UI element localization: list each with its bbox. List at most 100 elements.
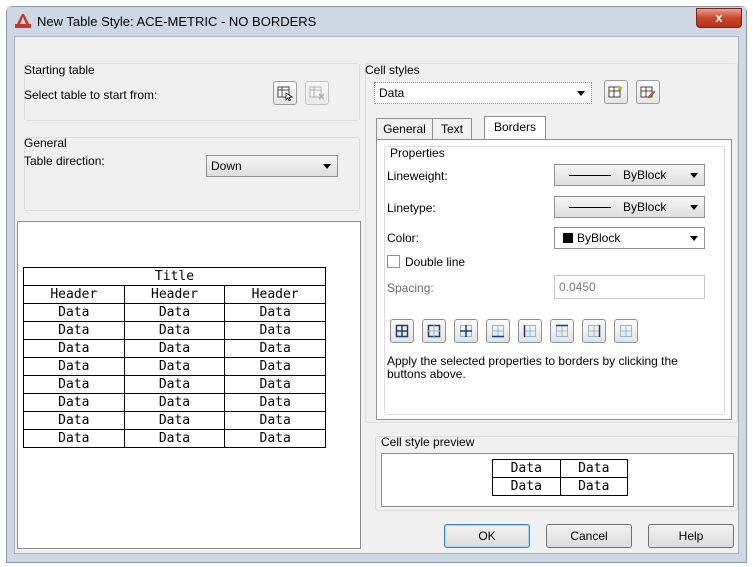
line-sample-icon — [569, 175, 611, 176]
remove-table-button[interactable] — [305, 81, 329, 105]
cell-style-preview-table: Data Data Data Data — [492, 459, 628, 496]
new-cell-style-icon — [608, 85, 623, 98]
data-cell: Data — [559, 477, 628, 496]
inside-borders-button[interactable] — [454, 319, 478, 343]
header-cell: Header — [23, 285, 125, 304]
preview-table: Title Header Header Header Data Data Data … — [23, 267, 326, 448]
data-cell: Data — [224, 303, 326, 322]
data-cell: Data — [23, 321, 125, 340]
tab-borders[interactable]: Borders — [484, 116, 546, 140]
color-swatch — [563, 233, 573, 243]
cell-style-preview-box: Data Data Data Data — [381, 453, 734, 507]
color-label: Color: — [387, 231, 420, 245]
table-row: Data Data Data — [23, 339, 326, 358]
select-table-icon — [277, 86, 293, 101]
right-border-button[interactable] — [582, 319, 606, 343]
color-value: ByBlock — [577, 231, 621, 245]
select-table-label: Select table to start from: — [24, 88, 158, 102]
table-row: Data Data Data — [23, 411, 326, 430]
starting-table-group: Starting table Select table to start fro… — [24, 63, 360, 121]
cancel-button[interactable]: Cancel — [546, 524, 632, 548]
left-border-button[interactable] — [518, 319, 542, 343]
linetype-dropdown[interactable]: ByBlock — [554, 196, 705, 218]
data-cell: Data — [23, 429, 125, 448]
dialog-client: Starting table Select table to start fro… — [14, 36, 739, 554]
outside-borders-icon — [427, 324, 441, 338]
new-cell-style-button[interactable] — [604, 80, 628, 104]
data-cell: Data — [123, 393, 226, 412]
data-cell: Data — [23, 393, 125, 412]
borders-help-text: Apply the selected properties to borders… — [387, 354, 678, 381]
data-cell: Data — [224, 375, 326, 394]
data-cell: Data — [123, 411, 226, 430]
data-cell: Data — [224, 429, 326, 448]
table-title-row: Title — [23, 267, 326, 286]
table-style-preview: Title Header Header Header Data Data Data … — [17, 221, 361, 549]
cell-style-value: Data — [379, 86, 405, 100]
spacing-label: Spacing: — [387, 281, 434, 295]
remove-table-icon — [309, 86, 325, 100]
data-cell: Data — [123, 339, 226, 358]
chevron-down-icon — [577, 91, 585, 96]
cell-styles-legend: Cell styles — [365, 63, 420, 77]
manage-cell-styles-icon — [640, 86, 656, 99]
data-cell: Data — [123, 321, 226, 340]
data-cell: Data — [492, 477, 561, 496]
chevron-down-icon — [690, 236, 698, 241]
spacing-input[interactable]: 0.0450 — [554, 275, 705, 299]
cell-style-tabs: General Text Borders Properties Lineweig… — [376, 116, 732, 420]
manage-cell-styles-button[interactable] — [636, 80, 660, 104]
cell-styles-group: Cell styles Data General Text Borders Pr… — [365, 63, 738, 423]
data-cell: Data — [23, 357, 125, 376]
all-borders-button[interactable] — [390, 319, 414, 343]
general-legend: General — [24, 136, 67, 150]
borders-tab-page: Properties Lineweight: ByBlock Linetype:… — [376, 139, 732, 420]
chevron-down-icon — [323, 164, 331, 169]
table-row: Data Data — [492, 477, 628, 496]
cell-style-dropdown[interactable]: Data — [374, 82, 592, 104]
top-border-button[interactable] — [550, 319, 574, 343]
tab-general[interactable]: General — [376, 118, 433, 140]
no-border-button[interactable] — [614, 319, 638, 343]
tab-text[interactable]: Text — [432, 118, 472, 140]
data-cell: Data — [123, 357, 226, 376]
spacing-value: 0.0450 — [559, 280, 596, 294]
no-border-icon — [620, 325, 632, 337]
data-cell: Data — [224, 411, 326, 430]
properties-group: Properties Lineweight: ByBlock Linetype:… — [384, 146, 725, 415]
cell-style-preview-group: Cell style preview Data Data Data Data — [375, 435, 738, 511]
chevron-down-icon — [690, 173, 698, 178]
data-cell: Data — [224, 357, 326, 376]
data-cell: Data — [224, 321, 326, 340]
data-cell: Data — [123, 375, 226, 394]
right-border-icon — [588, 325, 601, 337]
data-cell: Data — [123, 429, 226, 448]
title-bar: New Table Style: ACE-METRIC - NO BORDERS… — [7, 7, 746, 35]
double-line-label: Double line — [405, 255, 466, 269]
table-row: Data Data Data — [23, 375, 326, 394]
chevron-down-icon — [690, 205, 698, 210]
double-line-checkbox[interactable] — [387, 255, 400, 268]
color-dropdown[interactable]: ByBlock — [554, 227, 705, 249]
header-cell: Header — [123, 285, 226, 304]
help-button[interactable]: Help — [648, 524, 734, 548]
data-cell: Data — [123, 303, 226, 322]
general-group: General Table direction: Down — [24, 136, 360, 211]
line-sample-icon — [569, 207, 611, 208]
table-direction-dropdown[interactable]: Down — [206, 155, 338, 177]
ok-button[interactable]: OK — [444, 524, 530, 548]
data-cell: Data — [23, 375, 125, 394]
outside-borders-button[interactable] — [422, 319, 446, 343]
close-button[interactable]: x — [696, 8, 742, 28]
table-row: Data Data Data — [23, 303, 326, 322]
table-row: Data Data Data — [23, 393, 326, 412]
linetype-value: ByBlock — [623, 200, 667, 214]
dialog-window: New Table Style: ACE-METRIC - NO BORDERS… — [6, 6, 747, 563]
linetype-label: Linetype: — [387, 201, 436, 215]
data-cell: Data — [224, 339, 326, 358]
table-header-row: Header Header Header — [23, 285, 326, 304]
select-table-button[interactable] — [273, 81, 297, 105]
bottom-border-button[interactable] — [486, 319, 510, 343]
lineweight-dropdown[interactable]: ByBlock — [554, 164, 705, 186]
lineweight-value: ByBlock — [623, 168, 667, 182]
